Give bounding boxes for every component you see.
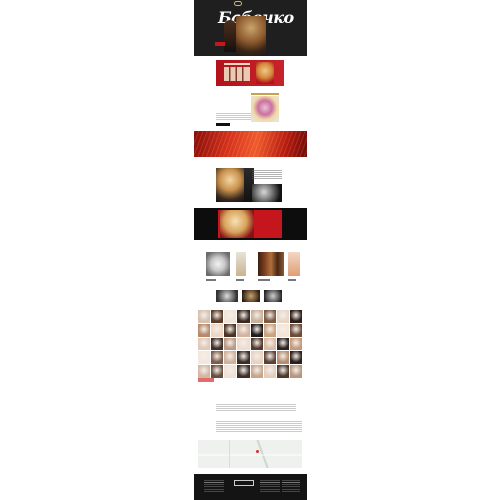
service-text xyxy=(252,170,282,180)
gallery-photo[interactable] xyxy=(263,351,276,365)
salon-text-2 xyxy=(216,421,302,433)
gallery-photo[interactable] xyxy=(198,323,211,337)
service-image-bw xyxy=(252,184,282,202)
promo-banner[interactable] xyxy=(216,60,284,86)
footer-column xyxy=(260,480,280,492)
gallery-photo[interactable] xyxy=(276,323,289,337)
gallery-photo[interactable] xyxy=(250,323,263,337)
gallery-photo[interactable] xyxy=(250,365,263,378)
gallery-photo[interactable] xyxy=(263,310,276,323)
map-pin-icon[interactable] xyxy=(256,450,259,453)
salon-badge xyxy=(198,378,214,382)
footer xyxy=(194,474,307,500)
salon-text xyxy=(216,404,296,412)
footer-column xyxy=(282,480,300,492)
gallery-photo[interactable] xyxy=(211,310,224,323)
gallery-photo[interactable] xyxy=(211,365,224,378)
gallery-photo[interactable] xyxy=(224,365,237,378)
product-card[interactable] xyxy=(258,252,284,276)
gallery-photo[interactable] xyxy=(224,323,237,337)
gallery-photo[interactable] xyxy=(237,310,250,323)
gallery-photo[interactable] xyxy=(198,310,211,323)
gallery-photo[interactable] xyxy=(198,365,211,378)
gallery-photo[interactable] xyxy=(263,323,276,337)
gallery-photo[interactable] xyxy=(250,310,263,323)
footer-column xyxy=(204,480,224,492)
gallery-photo[interactable] xyxy=(276,365,289,378)
gallery-photo[interactable] xyxy=(289,337,302,351)
page: Бабочко xyxy=(194,0,307,500)
product-caption xyxy=(236,279,244,281)
footer-logo[interactable] xyxy=(234,480,254,486)
product-card[interactable] xyxy=(206,252,230,276)
gallery-photo[interactable] xyxy=(276,337,289,351)
intro-text xyxy=(216,113,252,121)
photo-gallery xyxy=(198,310,302,378)
intro-button[interactable] xyxy=(216,123,230,126)
gallery-photo[interactable] xyxy=(289,351,302,365)
gallery-photo[interactable] xyxy=(289,365,302,378)
intro-image-caption xyxy=(251,93,279,95)
gallery-photo[interactable] xyxy=(289,323,302,337)
video-thumb[interactable] xyxy=(264,290,282,302)
hair-banner xyxy=(194,131,307,157)
product-card[interactable] xyxy=(288,252,300,276)
gallery-photo[interactable] xyxy=(276,310,289,323)
gallery-photo[interactable] xyxy=(198,337,211,351)
product-card[interactable] xyxy=(236,252,246,276)
ad-model-image xyxy=(220,210,254,238)
hero-photo-man xyxy=(224,20,236,52)
header: Бабочко xyxy=(194,0,307,56)
gallery-photo[interactable] xyxy=(263,337,276,351)
intro-image xyxy=(251,96,279,122)
gallery-photo[interactable] xyxy=(237,365,250,378)
map[interactable] xyxy=(198,440,302,468)
gallery-photo[interactable] xyxy=(276,351,289,365)
promo-strip xyxy=(224,63,250,65)
gallery-photo[interactable] xyxy=(211,351,224,365)
gallery-photo[interactable] xyxy=(237,351,250,365)
promo-model-image xyxy=(256,62,274,84)
product-caption xyxy=(258,279,270,281)
video-thumb[interactable] xyxy=(242,290,260,302)
hero-photo-woman xyxy=(236,16,266,56)
gallery-photo[interactable] xyxy=(211,337,224,351)
gallery-photo[interactable] xyxy=(237,337,250,351)
video-thumb[interactable] xyxy=(216,290,238,302)
gallery-photo[interactable] xyxy=(250,337,263,351)
promo-nails-image xyxy=(224,67,250,81)
gallery-photo[interactable] xyxy=(237,323,250,337)
product-caption xyxy=(288,279,296,281)
ad-section xyxy=(194,208,307,240)
hero-cta-button[interactable] xyxy=(215,42,225,46)
gallery-photo[interactable] xyxy=(211,323,224,337)
gallery-photo[interactable] xyxy=(263,365,276,378)
gallery-photo[interactable] xyxy=(198,351,211,365)
gallery-photo[interactable] xyxy=(224,310,237,323)
gallery-photo[interactable] xyxy=(224,337,237,351)
gallery-photo[interactable] xyxy=(224,351,237,365)
gallery-photo[interactable] xyxy=(250,351,263,365)
gallery-photo[interactable] xyxy=(289,310,302,323)
service-image-blonde xyxy=(216,168,244,202)
product-caption xyxy=(206,279,216,281)
